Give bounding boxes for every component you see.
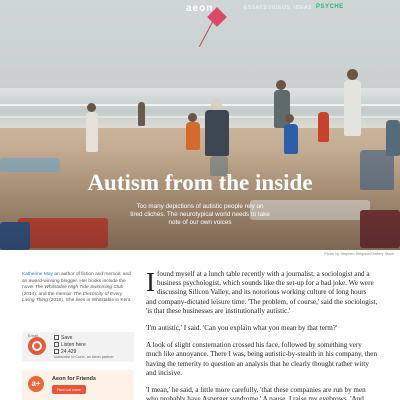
bookmark-icon	[54, 335, 59, 340]
beach-person-head	[347, 69, 358, 80]
article-title: Autism from the inside	[87, 170, 313, 195]
author-name-link[interactable]: Katherine May	[22, 272, 53, 277]
curio-logo-icon[interactable]	[28, 337, 46, 355]
beach-child	[318, 112, 329, 142]
article-paragraph: Ifound myself at a lunch table recently …	[146, 267, 378, 316]
photo-credit: Photo by Stephen Simpson/Gallery Stock	[324, 252, 394, 256]
author-bio-text: (2014), and the memoir	[22, 291, 74, 297]
beach-person-head	[87, 103, 96, 112]
hero-image: aeon ESSAYS VIDEOS IDEAS PSYCHE Autism f…	[0, 0, 400, 250]
share-icon	[54, 349, 59, 354]
drop-cap: I	[146, 267, 155, 297]
save-button[interactable]: Save	[54, 335, 72, 341]
save-label: Save	[61, 335, 73, 341]
beach-child	[186, 122, 200, 150]
play-icon	[54, 342, 59, 347]
listen-button[interactable]: Listen here	[54, 342, 86, 348]
wave-line	[0, 104, 400, 106]
curio-subscribe-link[interactable]: subscribe to Curio, an Aeon partner	[54, 355, 114, 359]
share-panel: Email Save Listen here 24,429 subscribe …	[22, 332, 134, 362]
beach-child-head	[188, 113, 197, 122]
nav-link-ideas[interactable]: IDEAS	[294, 5, 312, 11]
book-title: The Whitstable High Tide Swimming Club	[34, 285, 124, 291]
wave-line	[0, 116, 400, 118]
aeon-friends-panel: a+ Aeon for Friends Find out more	[22, 370, 134, 400]
aeon-plus-icon: a+	[28, 376, 44, 392]
nav-link-videos[interactable]: VIDEOS	[268, 5, 291, 11]
article-sidebar: Katherine May an author of fiction and m…	[22, 272, 134, 400]
beach-person-head	[276, 80, 286, 90]
listen-label: Listen here	[61, 342, 86, 348]
paragraph-text: found myself at a lunch table recently w…	[146, 270, 378, 315]
friends-title: Aeon for Friends	[52, 376, 97, 382]
beach-person-head	[211, 99, 222, 110]
beach-person	[86, 112, 98, 152]
sea	[0, 88, 400, 130]
article-paragraph: 'I mean,' he said, a little more careful…	[146, 386, 366, 400]
find-out-more-button[interactable]: Find out more	[52, 385, 86, 394]
top-nav: aeon ESSAYS VIDEOS IDEAS PSYCHE	[0, 0, 400, 16]
author-bio: Katherine May an author of fiction and m…	[22, 272, 134, 305]
article-paragraph: A look of slight consternation crossed h…	[146, 341, 378, 377]
author-bio-text: (2018). She lives in Whitstable in Kent.	[47, 298, 132, 304]
beach-person	[138, 102, 145, 126]
hero-gradient	[0, 150, 400, 250]
article-body: Ifound myself at a lunch table recently …	[146, 267, 378, 400]
nav-link-psyche[interactable]: PSYCHE	[316, 4, 344, 10]
aeon-logo[interactable]: aeon	[186, 3, 213, 14]
article-paragraph: 'I'm autistic,' I said. 'Can you explain…	[146, 324, 338, 333]
nav-link-essays[interactable]: ESSAYS	[244, 5, 267, 11]
kite-tail	[198, 21, 213, 47]
beach-person	[344, 80, 361, 136]
article-standfirst: Too many depictions of autistic people r…	[130, 203, 270, 226]
beach-child-head	[285, 114, 294, 123]
curio-logo-ring	[32, 341, 42, 351]
